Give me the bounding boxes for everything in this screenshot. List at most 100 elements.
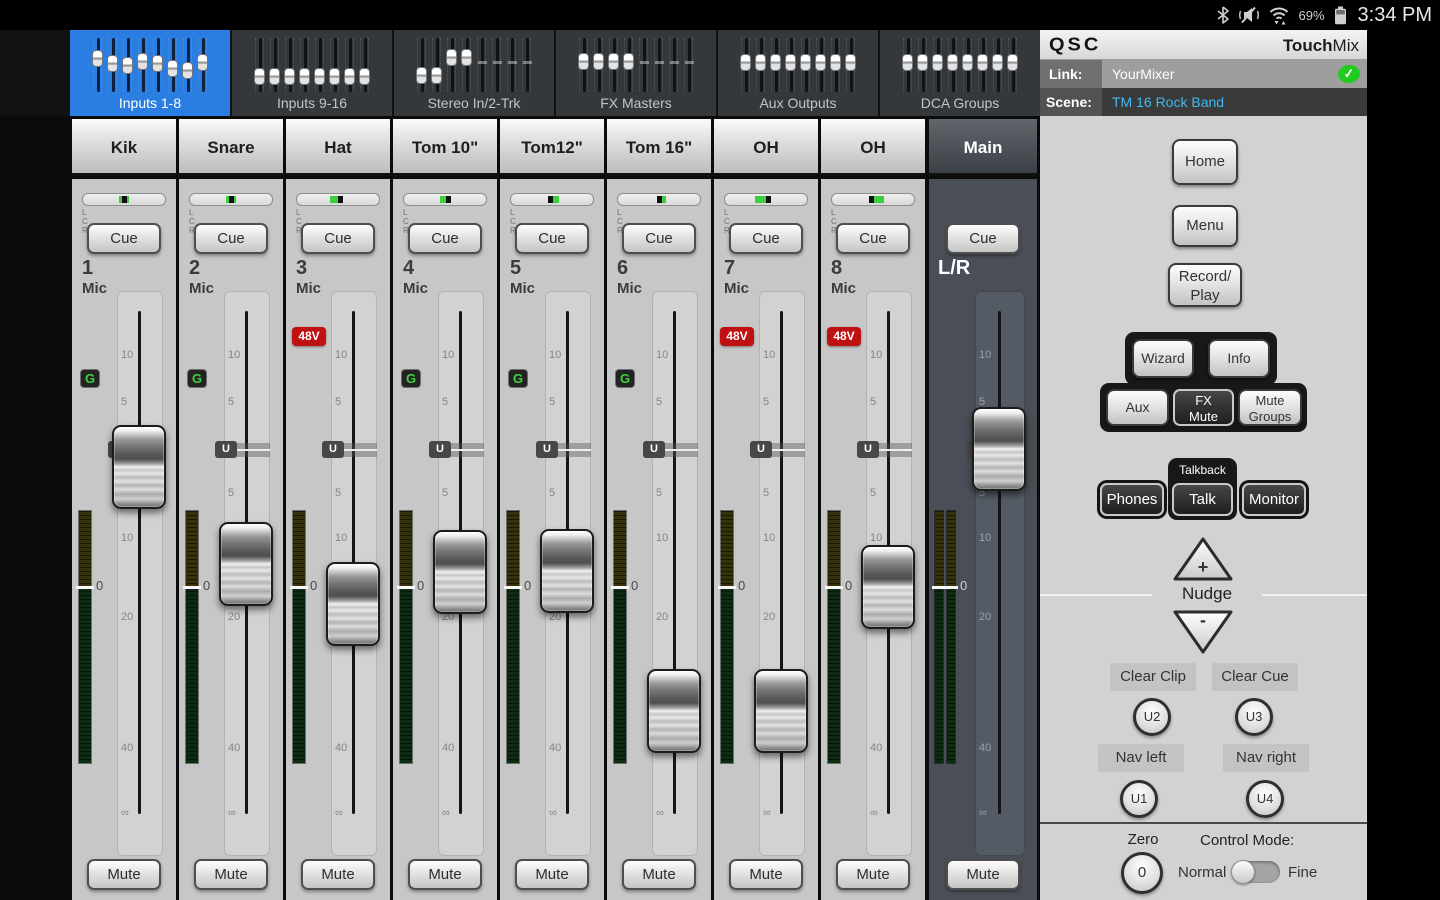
mini-fader-track bbox=[639, 38, 648, 92]
wifi-icon bbox=[1269, 6, 1289, 25]
mini-fader-track bbox=[447, 38, 456, 92]
control-mode-toggle[interactable] bbox=[1232, 861, 1280, 883]
meter-segments bbox=[507, 511, 519, 763]
tab-dca-groups[interactable]: DCA Groups bbox=[880, 30, 1040, 116]
pan-indicator bbox=[296, 193, 380, 206]
pan-label-l: L bbox=[296, 208, 380, 217]
user-button-u1[interactable]: U1 bbox=[1120, 780, 1158, 818]
mini-fader-track bbox=[432, 38, 441, 92]
fader-cap[interactable] bbox=[326, 562, 380, 646]
mini-fader-knob bbox=[608, 53, 619, 70]
fader-cap[interactable] bbox=[433, 530, 487, 614]
fader-cap[interactable] bbox=[972, 407, 1026, 491]
tab-mini-faders bbox=[417, 38, 531, 92]
nudge-down-button[interactable]: - bbox=[1171, 608, 1235, 656]
mute-button[interactable]: Mute bbox=[408, 859, 482, 890]
mini-fader-line bbox=[496, 38, 499, 92]
mini-fader-track bbox=[198, 38, 207, 92]
fader-cap[interactable] bbox=[861, 545, 915, 629]
pan-label-l: L bbox=[724, 208, 808, 217]
pan-indicator bbox=[403, 193, 487, 206]
mini-fader-knob bbox=[932, 54, 943, 71]
cue-button[interactable]: Cue bbox=[729, 223, 803, 254]
info-button[interactable]: Info bbox=[1208, 339, 1270, 378]
zero-button[interactable]: 0 bbox=[1121, 852, 1163, 894]
tab-fx-masters[interactable]: FX Masters bbox=[556, 30, 716, 116]
user-button-u4[interactable]: U4 bbox=[1246, 780, 1284, 818]
mute-button[interactable]: Mute bbox=[515, 859, 589, 890]
level-meter bbox=[399, 510, 413, 764]
meter-zero-tick bbox=[504, 586, 522, 589]
mini-fader-track bbox=[816, 38, 825, 92]
meter-segments bbox=[186, 511, 198, 763]
fader-cap[interactable] bbox=[647, 669, 701, 753]
cue-button[interactable]: Cue bbox=[87, 223, 161, 254]
mini-fader-knob bbox=[284, 68, 295, 85]
mini-fader-line bbox=[688, 38, 691, 92]
mute-button[interactable]: Mute bbox=[946, 859, 1020, 890]
mute-button[interactable]: Mute bbox=[729, 859, 803, 890]
tab-aux-outputs[interactable]: Aux Outputs bbox=[718, 30, 878, 116]
aux-button[interactable]: Aux bbox=[1106, 389, 1169, 426]
tab-label: Stereo In/2-Trk bbox=[394, 95, 554, 111]
tab-mini-faders bbox=[255, 38, 369, 92]
tab-inputs-1-8[interactable]: Inputs 1-8 bbox=[70, 30, 230, 116]
gate-badge: G bbox=[187, 369, 207, 388]
mute-button[interactable]: Mute bbox=[301, 859, 375, 890]
channel-number: 5 bbox=[510, 257, 521, 280]
mute-button[interactable]: Mute bbox=[622, 859, 696, 890]
pan-label-l: L bbox=[831, 208, 915, 217]
mute-button[interactable]: Mute bbox=[836, 859, 910, 890]
mini-fader-unity-dash bbox=[670, 61, 679, 64]
fader-track bbox=[138, 311, 141, 814]
record-play-line1: Record/ bbox=[1170, 268, 1240, 287]
cue-button[interactable]: Cue bbox=[836, 223, 910, 254]
tab-inputs-9-16[interactable]: Inputs 9-16 bbox=[232, 30, 392, 116]
fader-cap[interactable] bbox=[219, 522, 273, 606]
menu-button[interactable]: Menu bbox=[1172, 205, 1238, 247]
cue-button[interactable]: Cue bbox=[194, 223, 268, 254]
control-mode-fine-label: Fine bbox=[1288, 864, 1328, 881]
talk-button[interactable]: Talk bbox=[1172, 483, 1233, 516]
user-button-u3[interactable]: U3 bbox=[1235, 698, 1273, 736]
main-header: Main bbox=[929, 119, 1037, 176]
phones-button[interactable]: Phones bbox=[1100, 483, 1164, 516]
mini-fader-track bbox=[993, 38, 1002, 92]
mini-fader-knob bbox=[902, 54, 913, 71]
mini-fader-line bbox=[643, 38, 646, 92]
clock: 3:34 PM bbox=[1358, 4, 1432, 27]
fader-cap[interactable] bbox=[754, 669, 808, 753]
mini-fader-track bbox=[609, 38, 618, 92]
monitor-button[interactable]: Monitor bbox=[1242, 483, 1306, 516]
mute-vibrate-icon bbox=[1238, 6, 1260, 24]
cue-button[interactable]: Cue bbox=[622, 223, 696, 254]
cue-button[interactable]: Cue bbox=[515, 223, 589, 254]
tab-stereo-in-2-trk[interactable]: Stereo In/2-Trk bbox=[394, 30, 554, 116]
clear-cue-label: Clear Cue bbox=[1212, 663, 1298, 691]
mute-groups-button[interactable]: Mute Groups bbox=[1238, 389, 1302, 426]
fx-mute-line1: FX bbox=[1175, 393, 1232, 409]
fader-cap[interactable] bbox=[540, 529, 594, 613]
gate-badge: G bbox=[80, 369, 100, 388]
gate-badge: G bbox=[508, 369, 528, 388]
wizard-button[interactable]: Wizard bbox=[1132, 339, 1194, 378]
user-button-u2[interactable]: U2 bbox=[1133, 698, 1171, 736]
app-title-light: Mix bbox=[1333, 36, 1359, 55]
home-button[interactable]: Home bbox=[1172, 139, 1238, 185]
channel-strip-6-tom-16: Tom 16"LCRCue6MicG1055102040∞U0Mute bbox=[607, 119, 711, 900]
mute-button[interactable]: Mute bbox=[87, 859, 161, 890]
nudge-minus-sign: - bbox=[1171, 610, 1235, 631]
mini-fader-knob bbox=[446, 49, 457, 66]
scene-value[interactable]: TM 16 Rock Band bbox=[1112, 88, 1224, 116]
touchmix-screen: 69% 3:34 PM Inputs 1-8Inputs 9-16Stereo … bbox=[0, 0, 1440, 900]
cue-button[interactable]: Cue bbox=[946, 223, 1020, 254]
mini-fader-knob bbox=[461, 49, 472, 66]
record-play-button[interactable]: Record/ Play bbox=[1168, 263, 1242, 307]
cue-button[interactable]: Cue bbox=[408, 223, 482, 254]
mute-button[interactable]: Mute bbox=[194, 859, 268, 890]
channel-strip-1-kik: KikLCRCue1MicG1055102040∞U0Mute bbox=[72, 119, 176, 900]
nudge-up-button[interactable]: + bbox=[1171, 535, 1235, 583]
fx-mute-button[interactable]: FX Mute bbox=[1173, 389, 1234, 426]
cue-button[interactable]: Cue bbox=[301, 223, 375, 254]
fader-cap[interactable] bbox=[112, 425, 166, 509]
